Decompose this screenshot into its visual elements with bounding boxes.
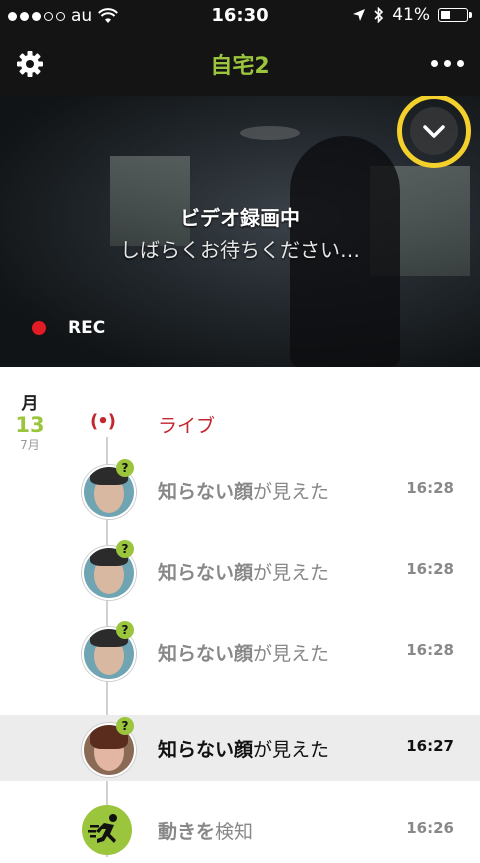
question-badge-icon: ?: [116, 621, 134, 639]
event-time: 16:26: [406, 819, 454, 837]
event-text: 知らない顔が見えた: [158, 558, 329, 585]
collapse-button[interactable]: [397, 96, 471, 168]
event-time: 16:27: [406, 737, 454, 755]
event-row[interactable]: 動きを検知 16:26: [0, 797, 480, 863]
event-text-rest: が見えた: [253, 739, 330, 761]
recording-title: ビデオ録画中: [180, 206, 300, 230]
background-window: [110, 156, 190, 246]
event-text-strong: 知らない顔: [158, 643, 254, 665]
event-row[interactable]: ? 知らない顔が見えた 16:28: [0, 457, 480, 523]
chevron-down-icon: [410, 107, 458, 155]
status-right: 41%: [352, 5, 472, 25]
event-time: 16:28: [406, 560, 454, 578]
bluetooth-icon: [374, 7, 384, 23]
nav-bar: 自宅2: [0, 32, 480, 96]
question-badge-icon: ?: [116, 717, 134, 735]
event-text-strong: 動きを: [158, 821, 216, 843]
battery-percent: 41%: [392, 5, 430, 25]
more-icon[interactable]: [431, 60, 464, 67]
rec-label: REC: [68, 318, 106, 338]
event-time: 16:28: [406, 479, 454, 497]
motion-icon: [82, 805, 132, 855]
event-text: 動きを検知: [158, 817, 253, 844]
status-left: au: [8, 6, 119, 26]
event-row[interactable]: ? 知らない顔が見えた 16:28: [0, 538, 480, 604]
page-title: 自宅2: [210, 54, 270, 79]
event-timeline[interactable]: 月 13 7月 (•) ライブ ? 知らない顔が見えた 16:28 ? 知らない…: [0, 367, 480, 857]
ceiling-light: [240, 126, 300, 140]
event-text-rest: が見えた: [253, 481, 330, 503]
event-text-strong: 知らない顔: [158, 562, 254, 584]
carrier-label: au: [71, 6, 93, 26]
recording-subtitle: しばらくお待ちください…: [120, 238, 360, 262]
event-text-rest: が見えた: [253, 562, 330, 584]
event-time: 16:28: [406, 641, 454, 659]
event-text-rest: が見えた: [253, 643, 330, 665]
live-broadcast-icon: (•): [90, 411, 116, 432]
event-text-rest: 検知: [215, 821, 254, 843]
live-label: ライブ: [158, 415, 216, 437]
question-badge-icon: ?: [116, 540, 134, 558]
live-item[interactable]: (•) ライブ: [0, 407, 480, 441]
signal-strength-icon: [8, 11, 65, 21]
event-text: 知らない顔が見えた: [158, 477, 329, 504]
event-text-strong: 知らない顔: [158, 481, 254, 503]
event-row-selected[interactable]: ? 知らない顔が見えた 16:27: [0, 715, 480, 781]
rec-indicator: REC: [32, 318, 105, 338]
event-row[interactable]: ? 知らない顔が見えた 16:28: [0, 619, 480, 685]
event-text: 知らない顔が見えた: [158, 639, 329, 666]
rec-dot-icon: [32, 321, 46, 335]
location-arrow-icon: [353, 9, 366, 21]
status-bar: au 16:30 41%: [0, 0, 480, 32]
question-badge-icon: ?: [116, 459, 134, 477]
event-text-strong: 知らない顔: [158, 739, 254, 761]
camera-video-preview[interactable]: ビデオ録画中 しばらくお待ちください… REC: [0, 96, 480, 367]
wifi-icon: [98, 8, 119, 23]
battery-icon: [438, 8, 472, 22]
event-text: 知らない顔が見えた: [158, 735, 329, 762]
